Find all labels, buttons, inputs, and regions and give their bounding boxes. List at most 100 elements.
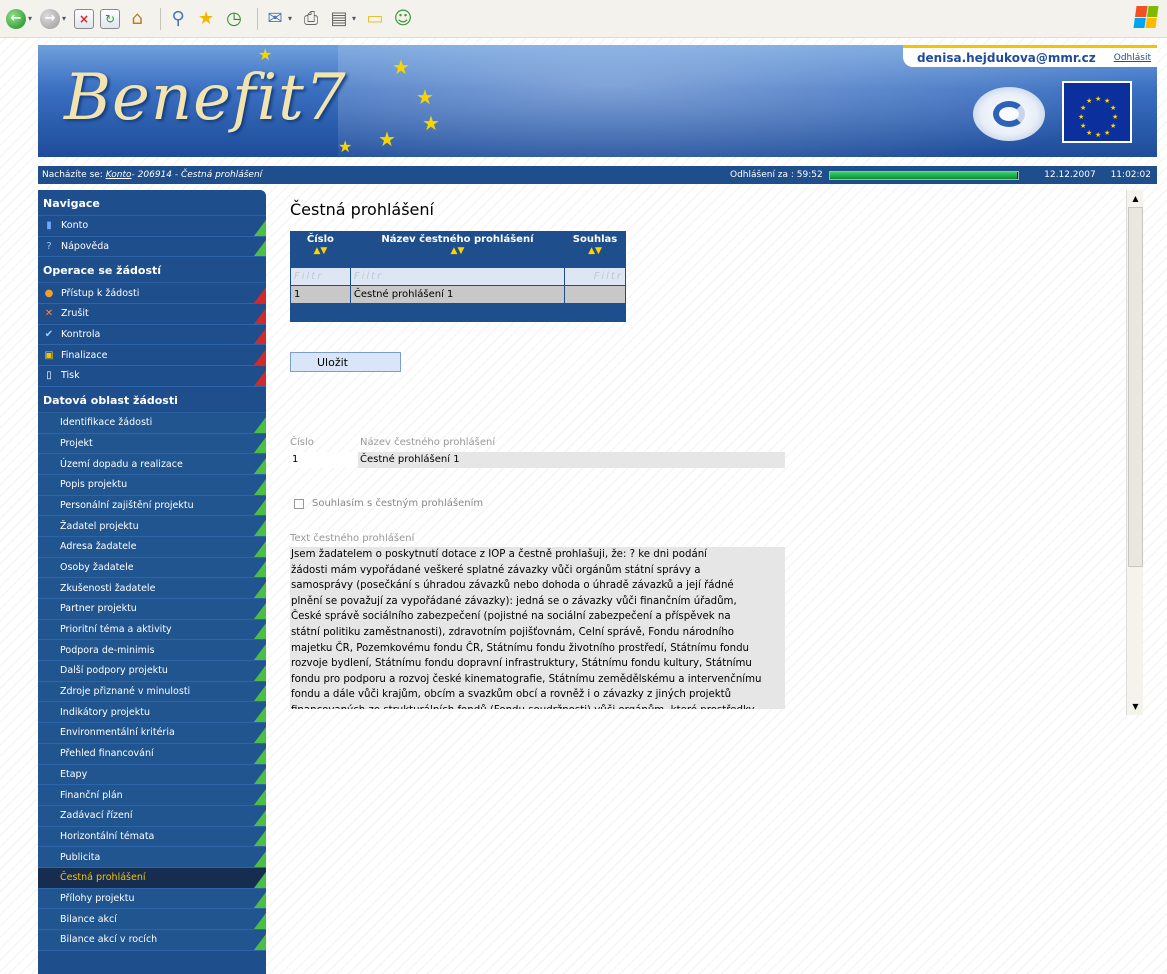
sidebar-item-pristup[interactable]: ● Přístup k žádosti <box>38 283 266 305</box>
sidebar-item-kontrola[interactable]: ✔ Kontrola <box>38 325 266 346</box>
sidebar-item-data[interactable]: Adresa žadatele <box>38 536 266 558</box>
user-bar: denisa.hejdukova@mmr.cz Odhlásit <box>902 45 1157 67</box>
book-icon: ▮ <box>46 220 52 232</box>
logout-link[interactable]: Odhlásit <box>1114 53 1151 63</box>
sidebar-item-data[interactable]: Finanční plán <box>38 785 266 806</box>
mail-dropdown-icon[interactable]: ▾ <box>288 14 292 23</box>
sidebar-item-data[interactable]: Projekt <box>38 433 266 455</box>
agree-checkbox[interactable]: Souhlasím s čestným prohlášením <box>294 498 483 509</box>
sidebar-item-data[interactable]: Přehled financování <box>38 743 266 765</box>
sidebar-item-data[interactable]: Bilance akcí <box>38 909 266 930</box>
star-icon: ★ <box>416 85 434 109</box>
sidebar-item-data[interactable]: Zkušenosti žadatele <box>38 578 266 599</box>
sidebar-item-data[interactable]: Přílohy projektu <box>38 888 266 910</box>
sidebar-item-data[interactable]: Čestná prohlášení <box>38 867 266 889</box>
filter-input-name[interactable]: Filtr <box>349 266 566 286</box>
sidebar-item-label: Další podpory projektu <box>60 665 168 677</box>
back-dropdown-icon[interactable]: ▾ <box>28 14 32 23</box>
sort-icon[interactable]: ▲▼ <box>291 246 351 256</box>
sidebar-item-label: Adresa žadatele <box>60 541 137 553</box>
sidebar-item-data[interactable]: Podpora de-minimis <box>38 640 266 662</box>
sidebar-item-label: Environmentální kritéria <box>60 727 175 739</box>
sidebar-item-label: Prioritní téma a aktivity <box>60 624 172 636</box>
sidebar-item-zrusit[interactable]: ✕ Zrušit <box>38 304 266 325</box>
messenger-icon[interactable]: ☺ <box>392 8 414 30</box>
edit-dropdown-icon[interactable]: ▾ <box>352 14 356 23</box>
mail-icon[interactable]: ✉ <box>264 8 286 30</box>
sidebar-item-data[interactable]: Žadatel projektu <box>38 516 266 537</box>
filter-input-number[interactable]: Filtr <box>290 266 351 286</box>
history-icon[interactable]: ◷ <box>223 8 245 30</box>
sidebar-item-data[interactable]: Horizontální témata <box>38 826 266 848</box>
filter-row: Filtr Filtr Filtr <box>290 266 626 286</box>
sidebar-item-konto[interactable]: ▮ Konto <box>38 216 266 237</box>
save-button[interactable]: Uložit <box>290 352 401 372</box>
sidebar-item-finalizace[interactable]: ▣ Finalizace <box>38 345 266 367</box>
filter-input-agree[interactable]: Filtr <box>564 266 626 286</box>
content-scrollbar[interactable]: ▲ ▼ <box>1126 190 1143 715</box>
sidebar-item-data[interactable]: Personální zajištění projektu <box>38 495 266 517</box>
home-icon[interactable]: ⌂ <box>126 8 148 30</box>
sidebar-item-tisk[interactable]: ▯ Tisk <box>38 366 266 387</box>
declaration-text-line: rozvoje bydlení, Státnímu fondu dopravní… <box>291 658 752 670</box>
scroll-thumb[interactable] <box>1128 207 1143 567</box>
favorites-icon[interactable]: ★ <box>195 8 217 30</box>
sidebar-item-label: Finalizace <box>61 349 108 361</box>
table-row[interactable]: 1 Čestné prohlášení 1 <box>290 284 626 304</box>
scroll-down-icon[interactable]: ▼ <box>1127 698 1144 715</box>
star-icon: ★ <box>392 55 410 79</box>
sidebar-item-data[interactable]: Indikátory projektu <box>38 702 266 724</box>
forward-dropdown-icon[interactable]: ▾ <box>62 14 66 23</box>
refresh-icon[interactable]: ↻ <box>100 8 121 29</box>
sidebar-item-data[interactable]: Environmentální kritéria <box>38 723 266 744</box>
sidebar-item-label: Publicita <box>60 851 101 863</box>
sidebar-item-data[interactable]: Publicita <box>38 847 266 868</box>
cell-name: Čestné prohlášení 1 <box>349 284 566 304</box>
edit-icon[interactable]: ▤ <box>328 8 350 30</box>
print-icon[interactable]: ⎙ <box>300 8 322 30</box>
time-display: 11:02:02 <box>1110 170 1151 180</box>
forward-icon[interactable]: → <box>40 8 61 29</box>
sort-icon[interactable]: ▲▼ <box>565 246 626 256</box>
logout-timer: Odhlášení za : 59:52 <box>730 166 1019 184</box>
search-icon[interactable]: ⚲ <box>167 8 189 30</box>
folder-icon[interactable]: ▭ <box>364 8 386 30</box>
sidebar-item-data[interactable]: Území dopadu a realizace <box>38 454 266 475</box>
stop-icon[interactable]: × <box>74 8 95 29</box>
sidebar-item-data[interactable]: Prioritní téma a aktivity <box>38 619 266 641</box>
sidebar-item-data[interactable]: Partner projektu <box>38 599 266 620</box>
datetime: 12.12.2007 11:02:02 <box>1032 166 1151 184</box>
sidebar-item-data[interactable]: Bilance akcí v rocích <box>38 930 266 951</box>
column-header-number[interactable]: Číslo ▲▼ <box>291 231 351 267</box>
sidebar-item-data[interactable]: Zadávací řízení <box>38 805 266 827</box>
detail-name-label: Název čestného prohlášení <box>360 437 496 448</box>
sidebar-item-data[interactable]: Etapy <box>38 764 266 786</box>
star-icon: ★ <box>338 137 353 156</box>
column-header-agree[interactable]: Souhlas ▲▼ <box>565 231 626 267</box>
declaration-text-line: majetku ČR, Pozemkovému fondu ČR, Státní… <box>291 642 750 654</box>
breadcrumb-link-konto[interactable]: Konto <box>106 170 132 180</box>
sidebar-item-napoveda[interactable]: ? Nápověda <box>38 237 266 258</box>
sidebar-item-label: Popis projektu <box>60 479 128 491</box>
sidebar-item-label: Konto <box>61 220 89 232</box>
back-icon[interactable]: ← <box>6 8 26 29</box>
sidebar-item-label: Zadávací řízení <box>60 810 133 822</box>
sort-icon[interactable]: ▲▼ <box>350 246 564 256</box>
sidebar-item-data[interactable]: Identifikace žádosti <box>38 412 266 434</box>
sidebar-item-data[interactable]: Zdroje přiznané v minulosti <box>38 681 266 703</box>
cross-icon: ✕ <box>44 308 54 320</box>
column-header-name[interactable]: Název čestného prohlášení ▲▼ <box>350 231 564 267</box>
sidebar-section-data: Datová oblast žádosti <box>38 387 266 413</box>
sidebar-item-label: Indikátory projektu <box>60 706 151 718</box>
toolbar-separator <box>257 7 259 30</box>
sidebar-section-navigation: Navigace <box>38 190 266 216</box>
scroll-up-icon[interactable]: ▲ <box>1127 190 1144 207</box>
star-icon: ★ <box>258 45 273 64</box>
sidebar-item-label: Projekt <box>60 437 93 449</box>
sidebar-item-data[interactable]: Další podpory projektu <box>38 661 266 682</box>
checkbox-box[interactable] <box>294 498 304 509</box>
windows-logo-icon <box>1133 6 1159 28</box>
sidebar-item-label: Personální zajištění projektu <box>60 499 194 511</box>
sidebar-item-data[interactable]: Osoby žadatele <box>38 557 266 579</box>
sidebar-item-data[interactable]: Popis projektu <box>38 474 266 496</box>
